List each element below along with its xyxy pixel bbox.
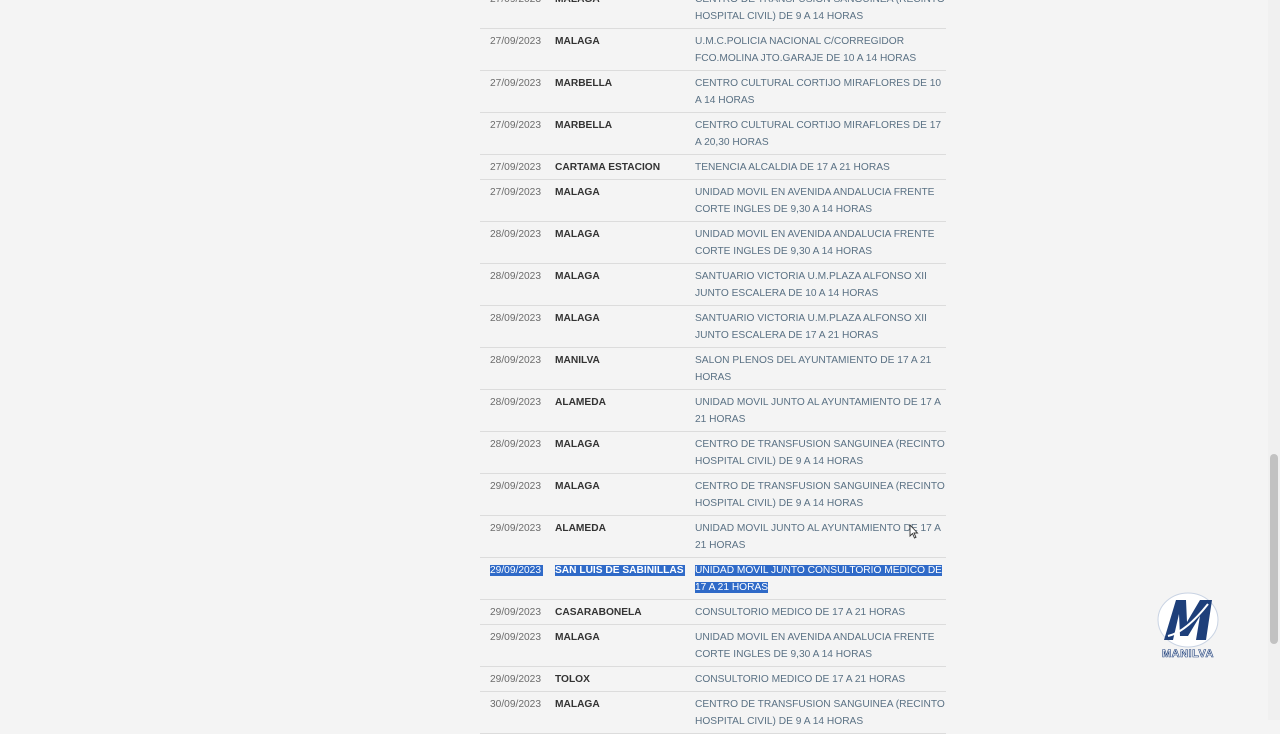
manilva-logo: MANILVA bbox=[1156, 592, 1222, 664]
row-town: MALAGA bbox=[555, 481, 600, 492]
row-town: MARBELLA bbox=[555, 120, 613, 131]
row-location: UNIDAD MOVIL EN AVENIDA ANDALUCIA FRENTE… bbox=[695, 632, 935, 660]
row-town: MALAGA bbox=[555, 271, 600, 282]
donation-schedule-table: 27/09/2023 MALAGA CENTRO DE TRANSFUSION SA… bbox=[480, 0, 946, 734]
manilva-m-icon bbox=[1157, 592, 1219, 648]
table-row: 29/09/2023 CASARABONELA CONSULTORIO MEDICO… bbox=[480, 600, 946, 625]
row-town: SAN LUIS DE SABINILLAS bbox=[555, 565, 686, 576]
vertical-scrollbar[interactable] bbox=[1268, 0, 1280, 720]
row-date: 29/09/2023 bbox=[490, 632, 541, 643]
row-date: 28/09/2023 bbox=[490, 271, 541, 282]
row-town: TOLOX bbox=[555, 674, 590, 685]
row-location: UNIDAD MOVIL JUNTO AL AYUNTAMIENTO DE 17… bbox=[695, 523, 941, 551]
row-location: CENTRO DE TRANSFUSION SANGUINEA (RECINTO… bbox=[695, 439, 945, 467]
row-location: CENTRO CULTURAL CORTIJO MIRAFLORES DE 10… bbox=[695, 78, 942, 106]
row-location: CONSULTORIO MEDICO DE 17 A 21 HORAS bbox=[695, 607, 906, 618]
row-date: 27/09/2023 bbox=[490, 120, 541, 131]
row-date: 28/09/2023 bbox=[490, 355, 541, 366]
row-location: CENTRO CULTURAL CORTIJO MIRAFLORES DE 17… bbox=[695, 120, 942, 148]
row-date: 29/09/2023 bbox=[490, 523, 541, 534]
mouse-cursor-icon bbox=[909, 523, 919, 544]
table-row: 28/09/2023 MALAGA UNIDAD MOVIL EN AVENIDA … bbox=[480, 222, 946, 264]
table-row: 29/09/2023 TOLOX CONSULTORIO MEDICO DE 17 … bbox=[480, 667, 946, 692]
row-town: MALAGA bbox=[555, 229, 600, 240]
row-location: SANTUARIO VICTORIA U.M.PLAZA ALFONSO XII… bbox=[695, 313, 927, 341]
row-location: UNIDAD MOVIL EN AVENIDA ANDALUCIA FRENTE… bbox=[695, 187, 935, 215]
row-date: 28/09/2023 bbox=[490, 397, 541, 408]
row-location: UNIDAD MOVIL JUNTO AL AYUNTAMIENTO DE 17… bbox=[695, 397, 941, 425]
row-location: SALON PLENOS DEL AYUNTAMIENTO DE 17 A 21… bbox=[695, 355, 932, 383]
table-row: 29/09/2023 SAN LUIS DE SABINILLAS UNIDAD M… bbox=[480, 558, 946, 600]
scrollbar-thumb[interactable] bbox=[1270, 454, 1278, 644]
table-row: 30/09/2023 MALAGA CENTRO DE TRANSFUSION SA… bbox=[480, 692, 946, 734]
row-town: MALAGA bbox=[555, 699, 600, 710]
row-date: 27/09/2023 bbox=[490, 36, 541, 47]
row-town: MALAGA bbox=[555, 0, 600, 8]
row-date: 27/09/2023 bbox=[490, 78, 541, 89]
table-row: 27/09/2023 CARTAMA ESTACION TENENCIA ALCAL… bbox=[480, 155, 946, 180]
row-location: CENTRO DE TRANSFUSION SANGUINEA (RECINTO… bbox=[695, 0, 945, 22]
row-location: UNIDAD MOVIL EN AVENIDA ANDALUCIA FRENTE… bbox=[695, 229, 935, 257]
row-town: MALAGA bbox=[555, 36, 600, 47]
row-date: 28/09/2023 bbox=[490, 439, 541, 450]
row-town: MALAGA bbox=[555, 313, 600, 324]
row-date: 29/09/2023 bbox=[490, 674, 541, 685]
row-town: MALAGA bbox=[555, 632, 600, 643]
row-town: MARBELLA bbox=[555, 78, 613, 89]
table-row: 28/09/2023 MALAGA CENTRO DE TRANSFUSION SA… bbox=[480, 432, 946, 474]
row-date: 27/09/2023 bbox=[490, 187, 541, 198]
row-date: 28/09/2023 bbox=[490, 313, 541, 324]
row-town: ALAMEDA bbox=[555, 397, 606, 408]
table-row: 27/09/2023 MALAGA U.M.C.POLICIA NACIONAL C… bbox=[480, 29, 946, 71]
table-row: 27/09/2023 MARBELLA CENTRO CULTURAL CORTIJ… bbox=[480, 113, 946, 155]
table-row: 28/09/2023 MALAGA SANTUARIO VICTORIA U.M.P… bbox=[480, 264, 946, 306]
row-date: 29/09/2023 bbox=[490, 481, 541, 492]
row-date: 28/09/2023 bbox=[490, 229, 541, 240]
row-date: 29/09/2023 bbox=[490, 565, 543, 576]
row-date: 29/09/2023 bbox=[490, 607, 541, 618]
table-row: 29/09/2023 ALAMEDA UNIDAD MOVIL JUNTO AL A… bbox=[480, 516, 946, 558]
row-town: MALAGA bbox=[555, 187, 600, 198]
row-town: MANILVA bbox=[555, 355, 600, 366]
table-row: 27/09/2023 MALAGA UNIDAD MOVIL EN AVENIDA … bbox=[480, 180, 946, 222]
row-location: UNIDAD MOVIL JUNTO CONSULTORIO MEDICO DE… bbox=[695, 565, 942, 593]
table-row: 28/09/2023 ALAMEDA UNIDAD MOVIL JUNTO AL A… bbox=[480, 390, 946, 432]
row-date: 27/09/2023 bbox=[490, 162, 541, 173]
logo-text: MANILVA bbox=[1162, 648, 1214, 661]
row-location: U.M.C.POLICIA NACIONAL C/CORREGIDOR FCO.… bbox=[695, 36, 917, 64]
row-location: CENTRO DE TRANSFUSION SANGUINEA (RECINTO… bbox=[695, 481, 945, 509]
table-row: 28/09/2023 MANILVA SALON PLENOS DEL AYUNTA… bbox=[480, 348, 946, 390]
row-location: CENTRO DE TRANSFUSION SANGUINEA (RECINTO… bbox=[695, 699, 945, 727]
table-row: 27/09/2023 MALAGA CENTRO DE TRANSFUSION SA… bbox=[480, 0, 946, 29]
row-date: 30/09/2023 bbox=[490, 699, 541, 710]
row-location: CONSULTORIO MEDICO DE 17 A 21 HORAS bbox=[695, 674, 906, 685]
row-town: CASARABONELA bbox=[555, 607, 642, 618]
table-row: 28/09/2023 MALAGA SANTUARIO VICTORIA U.M.P… bbox=[480, 306, 946, 348]
row-location: SANTUARIO VICTORIA U.M.PLAZA ALFONSO XII… bbox=[695, 271, 927, 299]
table-row: 29/09/2023 MALAGA UNIDAD MOVIL EN AVENIDA … bbox=[480, 625, 946, 667]
row-location: TENENCIA ALCALDIA DE 17 A 21 HORAS bbox=[695, 162, 890, 173]
row-date: 27/09/2023 bbox=[490, 0, 541, 8]
row-town: CARTAMA ESTACION bbox=[555, 162, 661, 173]
row-town: MALAGA bbox=[555, 439, 600, 450]
table-row: 29/09/2023 MALAGA CENTRO DE TRANSFUSION SA… bbox=[480, 474, 946, 516]
table-row: 27/09/2023 MARBELLA CENTRO CULTURAL CORTIJ… bbox=[480, 71, 946, 113]
row-town: ALAMEDA bbox=[555, 523, 606, 534]
